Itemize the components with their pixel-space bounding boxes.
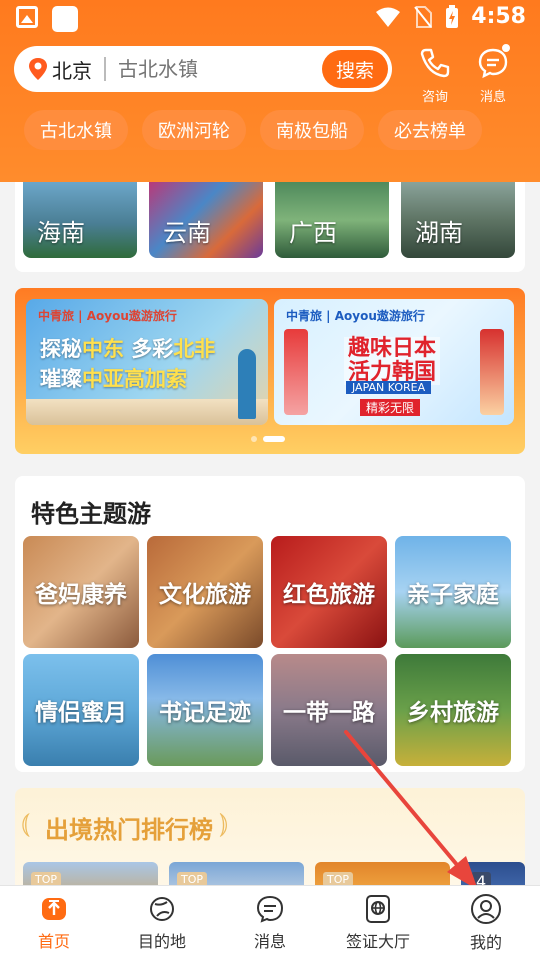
theme-tours-section: 特色主题游 爸妈康养 文化旅游 红色旅游 亲子家庭 情侣蜜月 书记足迹 一带一路…	[15, 476, 525, 772]
carousel-indicator	[251, 436, 285, 442]
battery-charging-icon	[446, 4, 459, 28]
destination-yunnan[interactable]: 云南	[149, 182, 263, 258]
destination-guangxi[interactable]: 广西	[275, 182, 389, 258]
messages-label: 消息	[479, 90, 506, 105]
ranking-title: 出境热门排行榜	[45, 816, 213, 844]
consult-label: 咨询	[421, 90, 448, 105]
destination-hunan[interactable]: 湖南	[401, 182, 515, 258]
ranking-section: ⦅ 出境热门排行榜 ⦆ TOP TOP TOP 4	[15, 788, 525, 898]
theme-tile[interactable]: 情侣蜜月	[23, 654, 139, 766]
planet-icon	[150, 897, 174, 921]
chat-icon	[256, 895, 284, 923]
messages-button[interactable]: 消息	[468, 44, 518, 105]
tab-label: 目的地	[137, 932, 186, 951]
bottom-tab-bar: 首页 目的地 消息 签证大厅 我的	[0, 885, 540, 960]
search-input[interactable]	[118, 57, 308, 81]
tab-destination[interactable]: 目的地	[108, 886, 216, 960]
tab-label: 我的	[469, 933, 502, 952]
tab-profile[interactable]: 我的	[432, 886, 540, 960]
theme-tile[interactable]: 文化旅游	[147, 536, 263, 648]
status-bar: 4:58	[0, 0, 540, 38]
profile-icon	[471, 894, 501, 924]
section-title: 特色主题游	[31, 500, 151, 528]
promo-carousel[interactable]: 中青旅 | Aoyou遨游旅行 探秘中东 多彩北非 璀璨中亚高加索 中青旅 | …	[15, 288, 525, 454]
laurel-right-icon: ⦆	[219, 806, 229, 839]
banner-subtitle: 精彩无限	[360, 399, 421, 416]
wifi-icon	[376, 7, 401, 27]
banner-headline-1: 探秘中东 多彩北非	[40, 337, 216, 361]
theme-tile[interactable]: 一带一路	[271, 654, 387, 766]
search-button[interactable]: 搜索	[322, 50, 388, 88]
theme-tile[interactable]: 红色旅游	[271, 536, 387, 648]
consult-button[interactable]: 咨询	[410, 46, 460, 105]
tab-label: 首页	[37, 932, 70, 951]
destination-hainan[interactable]: 海南	[23, 182, 137, 258]
hot-tag[interactable]: 必去榜单	[378, 110, 482, 150]
banner-logo: 中青旅 | Aoyou遨游旅行	[286, 309, 425, 323]
theme-tile[interactable]: 书记足迹	[147, 654, 263, 766]
visa-icon	[366, 895, 390, 923]
app-notification-icon	[52, 6, 78, 32]
hot-tag[interactable]: 南极包船	[260, 110, 364, 150]
banner-title: 趣味日本 活力韩国	[344, 337, 441, 385]
banner-japan-korea[interactable]: 中青旅 | Aoyou遨游旅行 趣味日本 活力韩国 JAPAN KOREA 精彩无…	[274, 299, 514, 425]
image-notification-icon	[16, 6, 38, 28]
destination-label: 广西	[289, 219, 337, 247]
unread-dot	[502, 44, 510, 52]
destination-label: 海南	[37, 219, 85, 247]
home-icon	[42, 898, 66, 920]
laurel-left-icon: ⦅	[21, 806, 31, 839]
banner-badge: JAPAN KOREA	[346, 381, 432, 394]
clock: 4:58	[471, 4, 526, 29]
hot-tag[interactable]: 古北水镇	[24, 110, 128, 150]
banner-logo: 中青旅 | Aoyou遨游旅行	[38, 309, 177, 323]
hot-tag[interactable]: 欧洲河轮	[142, 110, 246, 150]
theme-tile[interactable]: 亲子家庭	[395, 536, 511, 648]
header: 4:58 北京 搜索 咨询 消息 古北水镇 欧洲河轮 南极包船 必去榜单	[0, 0, 540, 182]
theme-tile[interactable]: 乡村旅游	[395, 654, 511, 766]
tab-visa[interactable]: 签证大厅	[324, 886, 432, 960]
tab-home[interactable]: 首页	[0, 886, 108, 960]
tab-messages[interactable]: 消息	[216, 886, 324, 960]
tab-label: 签证大厅	[345, 932, 410, 951]
no-sim-icon	[414, 5, 433, 28]
destination-card: 海南 云南 广西 湖南	[15, 182, 525, 272]
destination-label: 云南	[163, 219, 211, 247]
search-bar[interactable]: 北京 搜索	[14, 46, 392, 92]
search-divider	[104, 57, 106, 81]
hot-tags: 古北水镇 欧洲河轮 南极包船 必去榜单	[24, 110, 482, 150]
banner-middle-east[interactable]: 中青旅 | Aoyou遨游旅行 探秘中东 多彩北非 璀璨中亚高加索	[26, 299, 268, 425]
theme-tile[interactable]: 爸妈康养	[23, 536, 139, 648]
location-pin-icon	[29, 58, 47, 80]
city-selector[interactable]: 北京	[52, 55, 92, 84]
phone-icon	[420, 48, 450, 78]
banner-headline-2: 璀璨中亚高加索	[40, 367, 187, 391]
tab-label: 消息	[253, 932, 286, 951]
destination-label: 湖南	[415, 219, 463, 247]
